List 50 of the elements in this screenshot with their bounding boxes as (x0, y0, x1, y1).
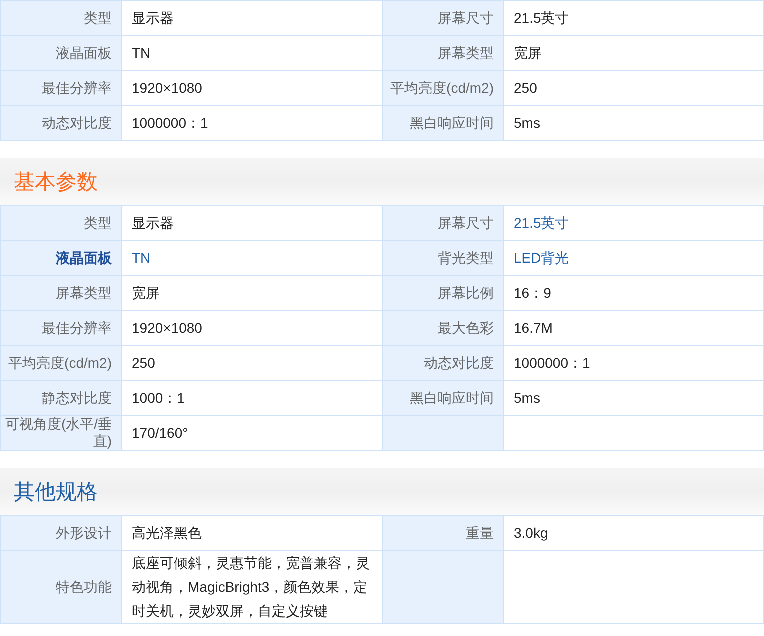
label-cell: 最佳分辨率 (0, 310, 122, 346)
value-cell: 显示器 (122, 0, 382, 36)
section-title: 其他规格 (14, 480, 98, 506)
value-cell: 1000：1 (122, 380, 382, 416)
value-cell: 1000000：1 (122, 106, 382, 140)
label-cell: 黑白响应时间 (382, 106, 504, 140)
label-cell: 平均亮度(cd/m2) (382, 70, 504, 106)
label-cell: 屏幕类型 (0, 276, 122, 310)
value-cell: 1920×1080 (122, 310, 382, 346)
value-cell: 5ms (504, 380, 764, 416)
label-cell: 平均亮度(cd/m2) (0, 346, 122, 380)
label-cell: 背光类型 (382, 240, 504, 276)
label-cell: 最佳分辨率 (0, 70, 122, 106)
label-cell: 屏幕比例 (382, 276, 504, 310)
label-cell: 液晶面板 (0, 36, 122, 70)
label-cell: 屏幕尺寸 (382, 0, 504, 36)
value-cell: 21.5英寸 (504, 0, 764, 36)
label-cell: 静态对比度 (0, 380, 122, 416)
value-cell: 16：9 (504, 276, 764, 310)
label-cell: 类型 (0, 0, 122, 36)
value-cell: 高光泽黑色 (122, 516, 382, 550)
label-cell: 最大色彩 (382, 310, 504, 346)
label-cell: 类型 (0, 206, 122, 240)
label-cell: 动态对比度 (382, 346, 504, 380)
value-cell: 1920×1080 (122, 70, 382, 106)
label-cell: 屏幕类型 (382, 36, 504, 70)
value-cell: 底座可倾斜，灵惠节能，宽普兼容，灵动视角，MagicBright3，颜色效果，定时关机，灵妙双屏，自定义按键 (122, 550, 382, 624)
value-cell: 21.5英寸 (504, 206, 764, 240)
label-cell: 液晶面板 (0, 240, 122, 276)
value-cell: 宽屏 (504, 36, 764, 70)
value-cell: 宽屏 (122, 276, 382, 310)
label-cell: 可视角度(水平/垂直) (0, 416, 122, 450)
value-cell: TN (122, 240, 382, 276)
section-title: 基本参数 (14, 170, 98, 196)
label-cell: 特色功能 (0, 550, 122, 624)
value-cell: 170/160° (122, 416, 382, 450)
value-cell: 250 (504, 70, 764, 106)
value-cell: TN (122, 36, 382, 70)
label-cell: 屏幕尺寸 (382, 206, 504, 240)
value-cell: 显示器 (122, 206, 382, 240)
value-cell: 3.0kg (504, 516, 764, 550)
label-cell: 重量 (382, 516, 504, 550)
value-cell: 5ms (504, 106, 764, 140)
label-cell: 动态对比度 (0, 106, 122, 140)
value-cell: 1000000：1 (504, 346, 764, 380)
value-cell: 16.7M (504, 310, 764, 346)
value-cell: 250 (122, 346, 382, 380)
label-cell: 外形设计 (0, 516, 122, 550)
value-cell: LED背光 (504, 240, 764, 276)
label-cell: 黑白响应时间 (382, 380, 504, 416)
